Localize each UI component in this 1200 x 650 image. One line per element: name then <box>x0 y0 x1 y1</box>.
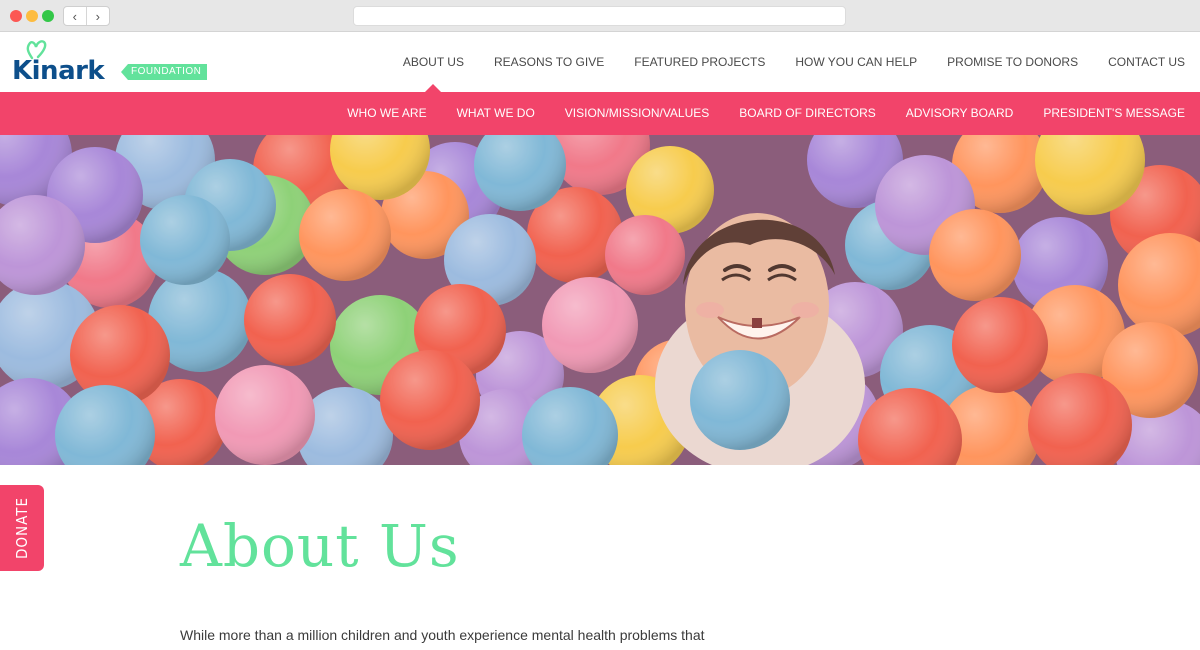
secondary-navigation: WHO WE ARE WHAT WE DO VISION/MISSION/VAL… <box>332 92 1200 135</box>
ball-pit-illustration <box>0 135 1200 465</box>
subnav-what-we-do[interactable]: WHAT WE DO <box>442 92 550 135</box>
hero-image <box>0 135 1200 465</box>
close-window-icon[interactable] <box>10 10 22 22</box>
subnav-board-of-directors[interactable]: BOARD OF DIRECTORS <box>724 92 890 135</box>
page-title: About Us <box>180 512 460 580</box>
nav-promise-to-donors[interactable]: PROMISE TO DONORS <box>932 32 1093 92</box>
subnav-who-we-are[interactable]: WHO WE ARE <box>332 92 441 135</box>
back-arrow-icon[interactable]: ‹ <box>64 7 87 25</box>
secondary-navigation-bar: WHO WE ARE WHAT WE DO VISION/MISSION/VAL… <box>0 92 1200 135</box>
nav-reasons-to-give[interactable]: REASONS TO GIVE <box>479 32 619 92</box>
nav-featured-projects[interactable]: FEATURED PROJECTS <box>619 32 780 92</box>
address-bar[interactable] <box>353 6 846 26</box>
donate-tab[interactable]: DONATE <box>0 485 44 571</box>
intro-paragraph: While more than a million children and y… <box>180 627 705 643</box>
browser-chrome: ‹ › <box>0 0 1200 32</box>
logo-wordmark: Kinark <box>12 56 105 86</box>
nav-about-us[interactable]: ABOUT US <box>388 32 479 92</box>
logo-tagline: FOUNDATION <box>121 64 208 80</box>
nav-contact-us[interactable]: CONTACT US <box>1093 32 1200 92</box>
minimize-window-icon[interactable] <box>26 10 38 22</box>
kinark-foundation-logo[interactable]: Kinark FOUNDATION <box>12 40 208 86</box>
primary-navigation: ABOUT US REASONS TO GIVE FEATURED PROJEC… <box>388 32 1200 92</box>
site-header: Kinark FOUNDATION ABOUT US REASONS TO GI… <box>0 32 1200 92</box>
subnav-vision-mission-values[interactable]: VISION/MISSION/VALUES <box>550 92 724 135</box>
donate-label: DONATE <box>13 497 31 559</box>
subnav-presidents-message[interactable]: PRESIDENT'S MESSAGE <box>1028 92 1200 135</box>
subnav-advisory-board[interactable]: ADVISORY BOARD <box>891 92 1029 135</box>
forward-arrow-icon[interactable]: › <box>87 7 109 25</box>
browser-nav-buttons: ‹ › <box>63 6 110 26</box>
maximize-window-icon[interactable] <box>42 10 54 22</box>
nav-how-you-can-help[interactable]: HOW YOU CAN HELP <box>780 32 932 92</box>
